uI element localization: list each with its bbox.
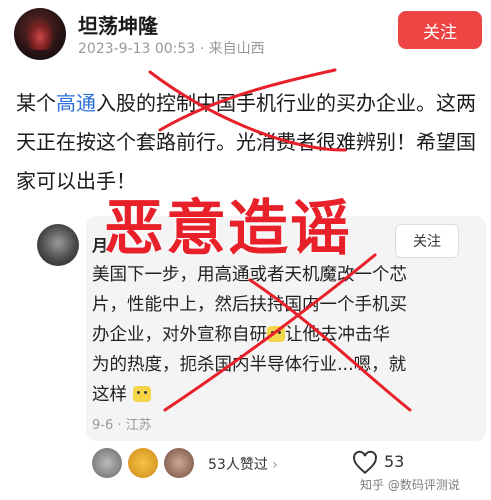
quoted-line-5: 这样 [92, 380, 452, 410]
chevron-right-icon: › [272, 457, 278, 473]
quoted-text: 美国下一步，用高通或者天机魔改一个芯 片，性能中上，然后扶持国内一个手机买 办企… [92, 260, 452, 410]
likes-count: 53人赞过 [208, 457, 268, 473]
follow-button[interactable]: 关注 [398, 11, 482, 49]
liker-avatar[interactable] [128, 448, 158, 478]
post-link-qualcomm[interactable]: 高通 [56, 91, 96, 115]
avatar[interactable] [14, 8, 66, 60]
smirk-emoji-icon [267, 326, 285, 342]
quoted-line-3a: 办企业，对外宣称自研 [92, 325, 267, 345]
post-meta: 2023-9-13 00:53 · 来自山西 [78, 41, 265, 57]
quoted-line-2: 片，性能中上，然后扶持国内一个手机买 [92, 295, 407, 315]
heart-count: 53 [384, 452, 405, 471]
quoted-line-3b: 让他去冲击华 [285, 325, 390, 345]
quoted-line-4: 为的热度，扼杀国内半导体行业...嗯，就 [92, 355, 407, 375]
heart-icon[interactable] [352, 450, 378, 476]
quoted-line-3: 办企业，对外宣称自研 让他去冲击华 [92, 320, 452, 350]
quoted-line-5-text: 这样 [92, 385, 127, 405]
avatar-plant-image [26, 18, 54, 50]
watermark: 知乎 @数码评测说 [360, 478, 460, 492]
username[interactable]: 坦荡坤隆 [78, 10, 158, 39]
quoted-avatar[interactable] [37, 224, 79, 266]
malicious-rumor-stamp: 恶意造谣 [104, 194, 352, 264]
liker-avatar[interactable] [164, 448, 194, 478]
quoted-follow-button[interactable]: 关注 [395, 224, 459, 258]
liker-avatar[interactable] [92, 448, 122, 478]
quoted-date: 9-6 · 江苏 [92, 418, 152, 433]
likes-count-link[interactable]: 53人赞过 › [208, 454, 278, 474]
post-text-before: 某个 [16, 91, 56, 115]
smirk-emoji-icon [132, 386, 151, 402]
